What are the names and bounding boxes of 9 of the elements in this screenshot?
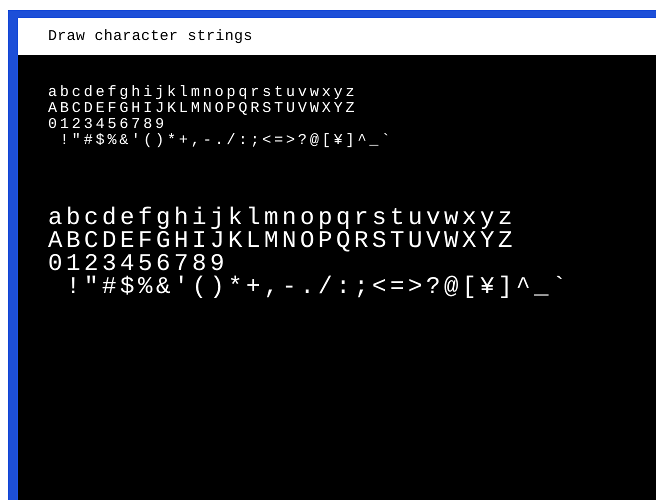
sample-text-line: ABCDEFGHIJKLMNOPQRSTUVWXYZ [48, 101, 358, 117]
sample-text-line: ABCDEFGHIJKLMNOPQRSTUVWXYZ [48, 230, 516, 253]
sample-text-line: 0123456789 [48, 117, 168, 133]
sample-text-line: abcdefghijklmnopqrstuvwxyz [48, 207, 516, 230]
sample-text-line: !"#$%&'()*+,-./:;<=>?@[¥]^_` [65, 276, 570, 299]
sample-text-line: 0123456789 [48, 253, 228, 276]
window-title: Draw character strings [48, 28, 253, 45]
sample-text-line: !"#$%&'()*+,-./:;<=>?@[¥]^_` [58, 133, 394, 149]
sample-text-line: abcdefghijklmnopqrstuvwxyz [48, 85, 358, 101]
